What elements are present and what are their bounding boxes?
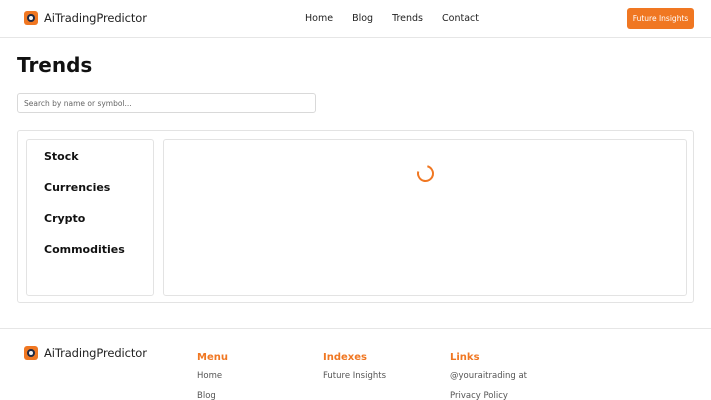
category-stock[interactable]: Stock bbox=[44, 150, 79, 163]
category-list: Stock Currencies Crypto Commodities bbox=[26, 139, 154, 296]
site-footer: AiTradingPredictor Menu Home Blog Indexe… bbox=[0, 328, 711, 400]
footer-link-privacy[interactable]: Privacy Policy bbox=[450, 391, 527, 400]
nav-home[interactable]: Home bbox=[305, 13, 333, 24]
footer-link-blog[interactable]: Blog bbox=[197, 391, 228, 400]
loading-spinner-icon bbox=[413, 161, 438, 186]
brand-name: AiTradingPredictor bbox=[44, 11, 147, 25]
category-crypto[interactable]: Crypto bbox=[44, 212, 85, 225]
trends-content-area bbox=[163, 139, 687, 296]
brand-logo-icon bbox=[24, 11, 38, 25]
brand-link[interactable]: AiTradingPredictor bbox=[24, 11, 147, 25]
footer-indexes-column: Indexes Future Insights bbox=[323, 352, 386, 391]
footer-link-home[interactable]: Home bbox=[197, 371, 228, 381]
trends-panel: Stock Currencies Crypto Commodities bbox=[17, 130, 694, 303]
category-currencies[interactable]: Currencies bbox=[44, 181, 110, 194]
footer-indexes-heading: Indexes bbox=[323, 352, 367, 363]
footer-link-social[interactable]: @youraitrading at bbox=[450, 371, 527, 381]
nav-blog[interactable]: Blog bbox=[352, 13, 373, 24]
page-title: Trends bbox=[17, 53, 93, 77]
nav-contact[interactable]: Contact bbox=[442, 13, 479, 24]
footer-logo-icon bbox=[24, 346, 38, 360]
main-nav: Home Blog Trends Contact bbox=[305, 13, 498, 24]
future-insights-button[interactable]: Future Insights bbox=[627, 8, 694, 29]
search-input[interactable] bbox=[17, 93, 316, 113]
footer-link-future-insights[interactable]: Future Insights bbox=[323, 371, 386, 381]
footer-links-heading: Links bbox=[450, 352, 480, 363]
category-commodities[interactable]: Commodities bbox=[44, 243, 125, 256]
footer-links-column: Links @youraitrading at Privacy Policy bbox=[450, 352, 527, 400]
site-header: AiTradingPredictor Home Blog Trends Cont… bbox=[0, 0, 711, 38]
footer-brand[interactable]: AiTradingPredictor bbox=[24, 346, 147, 360]
footer-brand-name: AiTradingPredictor bbox=[44, 346, 147, 360]
footer-menu-heading: Menu bbox=[197, 352, 228, 363]
footer-menu-column: Menu Home Blog bbox=[197, 352, 228, 400]
nav-trends[interactable]: Trends bbox=[392, 13, 423, 24]
